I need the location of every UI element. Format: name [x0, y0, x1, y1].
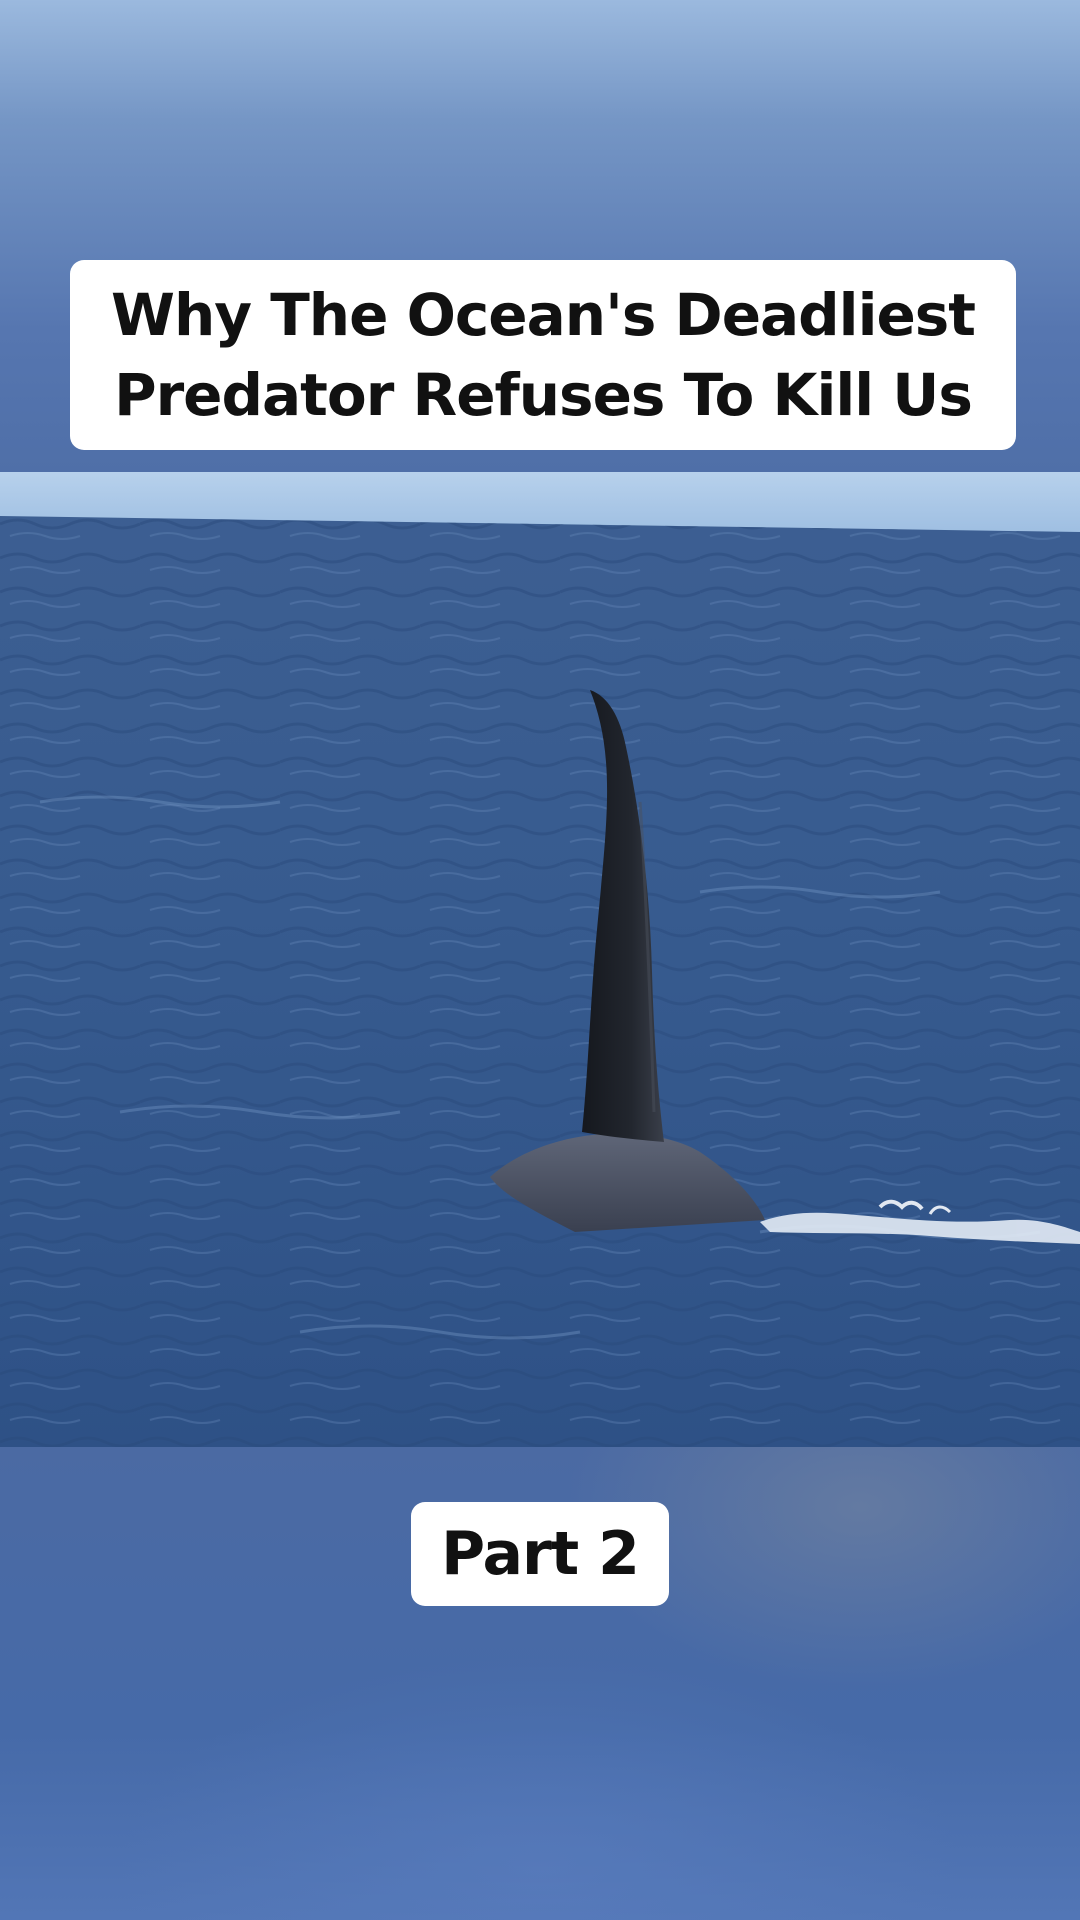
title-line-1: Why The Ocean's Deadliest: [110, 281, 976, 349]
video-footage: [0, 472, 1080, 1447]
part-label-card: Part 2: [411, 1502, 669, 1606]
title-card: Why The Ocean's Deadliest Predator Refus…: [70, 260, 1016, 450]
sea-surface: [0, 516, 1080, 1447]
title-line-2: Predator Refuses To Kill Us: [114, 361, 973, 429]
ocean-scene-image: [0, 472, 1080, 1447]
video-frame[interactable]: Why The Ocean's Deadliest Predator Refus…: [0, 0, 1080, 1920]
part-label: Part 2: [441, 1519, 640, 1589]
